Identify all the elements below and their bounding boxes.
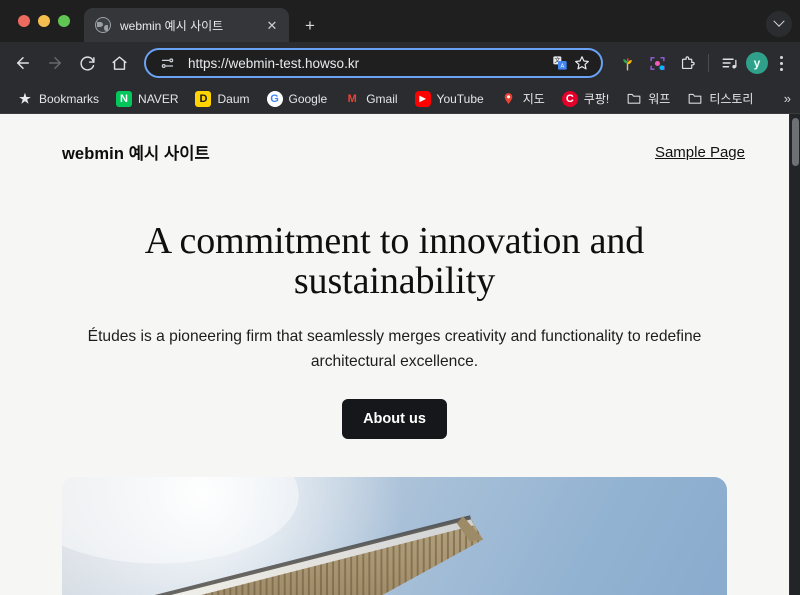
bookmarks-overflow-button[interactable]: » bbox=[784, 91, 791, 106]
back-button[interactable] bbox=[8, 48, 38, 78]
about-us-button[interactable]: About us bbox=[342, 399, 447, 440]
puzzle-glyph bbox=[681, 55, 695, 69]
bookmark-label: 워프 bbox=[648, 92, 671, 106]
translate-glyph: 文 A bbox=[553, 56, 567, 70]
bookmark-google[interactable]: G Google bbox=[260, 88, 335, 110]
profile-avatar[interactable]: y bbox=[746, 52, 768, 74]
minimize-window-button[interactable] bbox=[38, 15, 50, 27]
sprout-extension-icon[interactable] bbox=[613, 49, 641, 77]
bookmark-maps[interactable]: 지도 bbox=[494, 87, 552, 110]
bookmark-folder-tistory[interactable]: 티스토리 bbox=[680, 87, 760, 110]
hero-image bbox=[62, 477, 727, 595]
canopy-roof-illustration bbox=[62, 477, 484, 595]
bookmark-label: Daum bbox=[217, 91, 250, 106]
forward-button[interactable] bbox=[40, 48, 70, 78]
folder-icon bbox=[687, 91, 703, 107]
bookmark-label: Google bbox=[288, 91, 328, 106]
bookmark-bookmarks[interactable]: ★ Bookmarks bbox=[10, 88, 106, 110]
home-icon bbox=[111, 55, 127, 70]
web-page: webmin 예시 사이트 Sample Page A commitment t… bbox=[0, 114, 789, 595]
bookmark-folder-warp[interactable]: 워프 bbox=[619, 87, 677, 110]
bookmark-star-icon[interactable] bbox=[571, 52, 593, 74]
svg-text:A: A bbox=[560, 64, 564, 70]
arrow-left-icon bbox=[17, 57, 29, 69]
site-header: webmin 예시 사이트 Sample Page bbox=[0, 114, 789, 164]
bookmark-coupang[interactable]: C 쿠팡! bbox=[555, 87, 616, 110]
new-tab-button[interactable]: + bbox=[297, 12, 323, 38]
capture-glyph bbox=[649, 56, 665, 70]
bookmarks-bar: ★ Bookmarks N NAVER D Daum G Google M Gm… bbox=[0, 84, 800, 114]
browser-toolbar: https://webmin-test.howso.kr 文 A y bbox=[0, 42, 800, 84]
star-icon: ★ bbox=[19, 90, 31, 106]
bookmark-label: YouTube bbox=[436, 91, 484, 106]
bookmark-naver[interactable]: N NAVER bbox=[109, 88, 185, 110]
bookmark-label: 쿠팡! bbox=[583, 92, 610, 106]
page-viewport: webmin 예시 사이트 Sample Page A commitment t… bbox=[0, 114, 800, 595]
browser-window: webmin 예시 사이트 ✕ + https://webmin-test.ho… bbox=[0, 0, 800, 595]
media-playlist-icon[interactable] bbox=[716, 49, 744, 77]
reload-icon bbox=[79, 55, 95, 71]
url-text[interactable]: https://webmin-test.howso.kr bbox=[188, 56, 549, 71]
globe-icon bbox=[95, 17, 111, 33]
address-bar[interactable]: https://webmin-test.howso.kr 文 A bbox=[144, 48, 603, 78]
bookmark-label: 지도 bbox=[522, 92, 545, 106]
bookmark-label: Bookmarks bbox=[39, 91, 100, 106]
arrow-right-icon bbox=[49, 57, 61, 69]
bookmark-label: Gmail bbox=[366, 91, 398, 106]
extensions-puzzle-icon[interactable] bbox=[673, 49, 701, 77]
screenshot-capture-icon[interactable] bbox=[643, 49, 671, 77]
chevron-down-icon bbox=[773, 15, 785, 27]
playlist-glyph bbox=[722, 58, 737, 69]
maps-pin-icon bbox=[501, 91, 517, 107]
home-button[interactable] bbox=[104, 48, 134, 78]
reload-button[interactable] bbox=[72, 48, 102, 78]
naver-icon: N bbox=[116, 90, 133, 107]
window-controls bbox=[10, 0, 78, 42]
sprout-glyph bbox=[622, 57, 632, 71]
tab-title: webmin 예시 사이트 bbox=[120, 18, 224, 33]
maximize-window-button[interactable] bbox=[58, 15, 70, 27]
kebab-menu-icon[interactable] bbox=[770, 55, 792, 71]
nav-link-sample-page[interactable]: Sample Page bbox=[655, 144, 745, 161]
tab-strip: webmin 예시 사이트 ✕ + bbox=[0, 0, 800, 42]
tune-icon[interactable] bbox=[156, 52, 178, 74]
bookmark-gmail[interactable]: M Gmail bbox=[337, 88, 404, 110]
hero-paragraph: Études is a pioneering firm that seamles… bbox=[87, 327, 702, 371]
youtube-icon: ▶ bbox=[414, 90, 431, 107]
tab-search-button[interactable] bbox=[766, 11, 792, 37]
gmail-icon: M bbox=[347, 92, 357, 105]
hero-section: A commitment to innovation and sustainab… bbox=[0, 164, 789, 440]
translate-icon[interactable]: 文 A bbox=[549, 52, 571, 74]
hero-heading: A commitment to innovation and sustainab… bbox=[144, 220, 645, 302]
page-scrollbar[interactable] bbox=[789, 114, 800, 595]
bookmark-youtube[interactable]: ▶ YouTube bbox=[408, 88, 491, 110]
folder-icon bbox=[626, 91, 642, 107]
toolbar-divider bbox=[708, 54, 709, 72]
close-tab-button[interactable]: ✕ bbox=[263, 16, 281, 34]
close-window-button[interactable] bbox=[18, 15, 30, 27]
scrollbar-thumb[interactable] bbox=[792, 118, 799, 166]
google-icon: G bbox=[266, 90, 283, 107]
bookmark-daum[interactable]: D Daum bbox=[188, 88, 256, 110]
browser-tab-active[interactable]: webmin 예시 사이트 ✕ bbox=[84, 8, 289, 42]
bookmark-label: NAVER bbox=[138, 91, 179, 106]
coupang-icon: C bbox=[561, 90, 578, 107]
daum-icon: D bbox=[195, 90, 212, 107]
bookmark-label: 티스토리 bbox=[709, 92, 754, 106]
site-title: webmin 예시 사이트 bbox=[62, 145, 210, 163]
